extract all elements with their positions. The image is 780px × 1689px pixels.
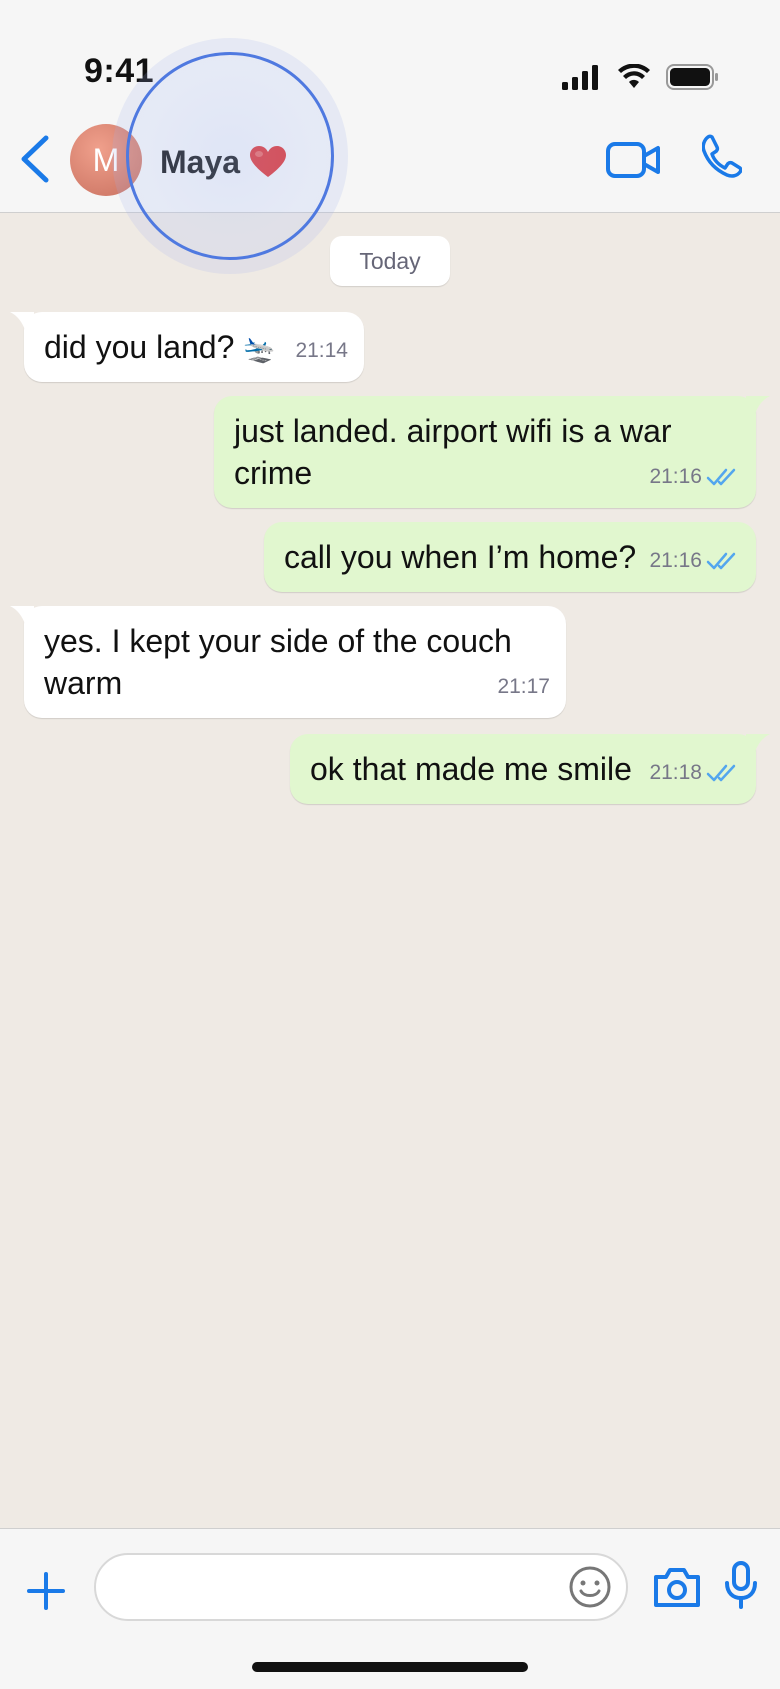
message-bubble[interactable]: did you land? 🛬 21:14 xyxy=(10,312,364,382)
message-meta: 21:16 xyxy=(649,456,740,498)
chat-header: M Maya xyxy=(0,118,780,208)
bubble-tail xyxy=(746,396,770,416)
back-chevron-icon[interactable] xyxy=(16,132,56,186)
plus-icon[interactable] xyxy=(26,1571,66,1611)
message-text: yes. I kept your side of the couch warm xyxy=(44,623,512,701)
message-time: 21:14 xyxy=(295,339,348,362)
date-separator: Today xyxy=(330,236,450,286)
video-call-icon[interactable] xyxy=(606,140,662,180)
contact-avatar[interactable]: M xyxy=(70,124,142,196)
bubble-tail xyxy=(10,312,34,332)
status-time: 9:41 xyxy=(84,52,155,90)
message-bubble[interactable]: call you when I’m home? 21:16 xyxy=(264,522,756,592)
avatar-initial: M xyxy=(92,141,120,178)
red-heart-emoji-icon xyxy=(250,146,286,177)
read-receipt-icon xyxy=(706,764,736,782)
message-bubble[interactable]: just landed. airport wifi is a war crime… xyxy=(214,396,770,508)
message-time: 21:18 xyxy=(649,761,702,784)
message-time: 21:16 xyxy=(649,465,702,488)
battery-icon xyxy=(666,64,718,90)
top-bar: 9:41 M Maya xyxy=(0,0,780,213)
voice-call-icon[interactable] xyxy=(702,134,742,178)
bubble-tail xyxy=(10,606,34,626)
camera-icon[interactable] xyxy=(652,1565,702,1609)
bubble-tail xyxy=(746,734,770,754)
message-time: 21:16 xyxy=(649,549,702,572)
message-bubble[interactable]: yes. I kept your side of the couch warm … xyxy=(10,606,566,718)
message-input[interactable] xyxy=(94,1553,628,1621)
status-icons xyxy=(562,64,720,90)
message-time: 21:17 xyxy=(497,675,550,698)
message-text: just landed. airport wifi is a war crime xyxy=(234,413,672,491)
read-receipt-icon xyxy=(706,552,736,570)
airplane-arrival-emoji: 🛬 xyxy=(243,334,276,364)
message-meta: 21:16 xyxy=(649,540,740,582)
home-indicator xyxy=(252,1662,528,1672)
contact-name[interactable]: Maya xyxy=(160,144,240,181)
read-receipt-icon xyxy=(706,468,736,486)
message-meta: 21:17 xyxy=(497,666,550,708)
cellular-signal-icon xyxy=(562,65,598,90)
sticker-smiley-icon[interactable] xyxy=(568,1565,612,1609)
microphone-icon[interactable] xyxy=(724,1561,758,1609)
message-meta: 21:18 xyxy=(649,752,740,794)
message-meta: 21:14 xyxy=(295,330,348,372)
wifi-icon xyxy=(618,64,650,88)
message-bubble[interactable]: ok that made me smile 21:18 xyxy=(290,734,770,804)
